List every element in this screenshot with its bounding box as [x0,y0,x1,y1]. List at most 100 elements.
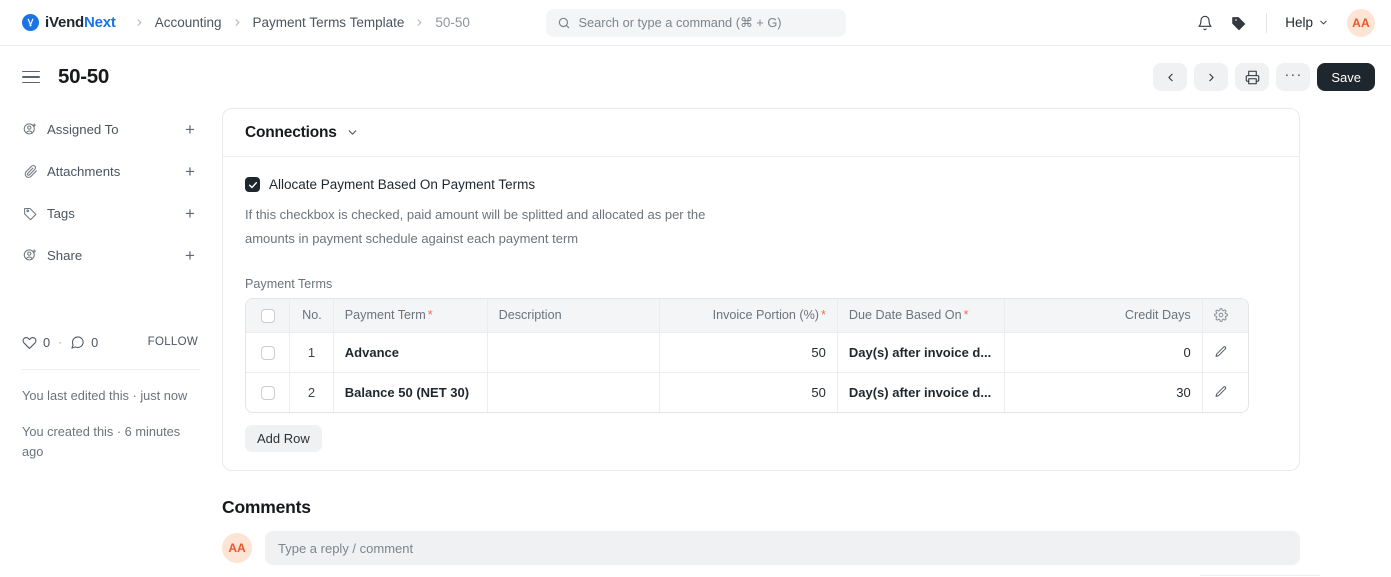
pencil-icon[interactable] [1214,385,1237,399]
sidebar-item-tags[interactable]: Tags + [22,192,200,234]
print-button[interactable] [1235,63,1270,91]
select-all-checkbox[interactable] [260,308,275,323]
bottom-divider [1200,575,1320,576]
printer-icon [1245,70,1260,85]
comments-title: Comments [222,497,311,517]
breadcrumb-separator [232,17,243,28]
allocate-payment-label[interactable]: Allocate Payment Based On Payment Terms [269,177,535,192]
connections-title: Connections [245,123,337,141]
navbar-actions: Help AA [1190,8,1375,38]
column-header-due-date-based-on[interactable]: Due Date Based On * [837,299,1006,333]
page-header: 50-50 ··· Save [0,46,1391,108]
chevron-right-icon [1205,71,1218,84]
cell-description[interactable] [487,332,661,373]
chevron-left-icon [1164,71,1177,84]
cell-invoice-portion[interactable]: 50 [659,372,838,412]
row-edit-cell [1202,372,1248,412]
next-button[interactable] [1194,63,1229,91]
row-checkbox[interactable] [260,386,275,401]
add-row-wrapper: Add Row [245,413,1277,452]
help-menu-button[interactable]: Help [1279,11,1335,34]
breadcrumb: Accounting Payment Terms Template 50-50 [130,13,474,32]
navbar-divider [1266,12,1268,33]
required-marker: * [963,308,969,323]
table-body: 1 Advance 50 Day(s) after invoice d... 0 [246,332,1248,412]
comment-avatar: AA [222,533,252,563]
chevron-down-icon [1318,17,1329,28]
cell-credit-days[interactable]: 0 [1004,332,1203,373]
sidebar-item-assigned-to[interactable]: Assigned To + [22,108,200,150]
table-row[interactable]: 1 Advance 50 Day(s) after invoice d... 0 [246,332,1248,373]
breadcrumb-separator [414,17,425,28]
column-header-no[interactable]: No. [289,299,334,333]
more-options-button[interactable]: ··· [1276,63,1311,91]
hamburger-icon[interactable] [22,66,44,88]
breadcrumb-item-payment-terms-template[interactable]: Payment Terms Template [249,13,409,32]
user-plus-icon [22,121,38,137]
sidebar-item-label: Attachments [47,163,121,179]
row-edit-cell [1202,332,1248,373]
payment-terms-grid: No. Payment Term * Description Invoice Po… [245,298,1249,413]
brand-logo[interactable]: iVendNext [22,14,116,31]
heart-icon [22,335,37,350]
required-marker: * [820,308,826,323]
comment-composer: AA Type a reply / comment [222,531,1300,565]
payment-terms-table: No. Payment Term * Description Invoice Po… [246,299,1248,412]
row-select-cell [246,332,291,373]
prev-button[interactable] [1153,63,1188,91]
row-select-cell [246,372,291,412]
sidebar-item-attachments[interactable]: Attachments + [22,150,200,192]
add-assigned-to-button[interactable]: + [180,119,200,139]
save-button[interactable]: Save [1317,63,1375,91]
column-header-credit-days[interactable]: Credit Days [1004,299,1203,333]
cell-due-date-based-on[interactable]: Day(s) after invoice d... [837,332,1006,373]
sidebar-item-label: Assigned To [47,121,119,137]
top-navbar: iVendNext Accounting Payment Terms Templ… [0,0,1391,46]
logo-icon [22,14,39,31]
allocate-payment-checkbox[interactable] [245,177,260,192]
add-row-button[interactable]: Add Row [245,425,322,452]
connections-card: Connections Allocate Payment Based On Pa… [222,108,1300,471]
column-header-invoice-portion[interactable]: Invoice Portion (%) * [659,299,838,333]
like-button[interactable]: 0 [22,335,50,350]
cell-due-date-based-on[interactable]: Day(s) after invoice d... [837,372,1006,412]
search-input[interactable]: Search or type a command (⌘ + G) [545,9,846,37]
comment-count-button[interactable]: 0 [70,335,98,350]
cell-payment-term[interactable]: Balance 50 (NET 30) [333,372,488,412]
cell-credit-days[interactable]: 30 [1004,372,1203,412]
page-title: 50-50 [58,65,109,88]
cell-invoice-portion[interactable]: 50 [659,332,838,373]
column-header-payment-term[interactable]: Payment Term * [333,299,488,333]
row-checkbox[interactable] [260,345,275,360]
allocate-payment-checkbox-row: Allocate Payment Based On Payment Terms [245,177,1277,192]
search-icon [557,16,571,30]
breadcrumb-item-accounting[interactable]: Accounting [151,13,226,32]
add-tag-button[interactable]: + [180,203,200,223]
follow-button[interactable]: FOLLOW [148,336,200,348]
user-plus-icon [22,247,38,263]
search-placeholder: Search or type a command (⌘ + G) [578,15,782,30]
column-label: Due Date Based On [848,308,962,323]
pencil-icon[interactable] [1214,345,1237,359]
grid-settings-header [1202,299,1248,333]
help-label: Help [1285,15,1313,30]
sidebar-item-share[interactable]: Share + [22,234,200,276]
global-search: Search or type a command (⌘ + G) [545,9,846,37]
connections-section-header[interactable]: Connections [223,109,1299,157]
column-header-description[interactable]: Description [487,299,661,333]
main-content: Connections Allocate Payment Based On Pa… [222,108,1391,565]
cell-payment-term[interactable]: Advance [333,332,488,373]
select-all-header [246,299,291,333]
gear-icon[interactable] [1213,308,1237,323]
comment-input[interactable]: Type a reply / comment [265,531,1300,565]
page-header-actions: ··· Save [1153,63,1375,91]
sidebar: Assigned To + Attachments + Tags + Share… [0,108,222,462]
add-share-button[interactable]: + [180,245,200,265]
notifications-button[interactable] [1190,8,1220,38]
cell-description[interactable] [487,372,661,412]
tags-button[interactable] [1224,8,1254,38]
add-attachment-button[interactable]: + [180,161,200,181]
required-marker: * [427,308,433,323]
avatar[interactable]: AA [1347,8,1375,37]
table-row[interactable]: 2 Balance 50 (NET 30) 50 Day(s) after in… [246,372,1248,412]
